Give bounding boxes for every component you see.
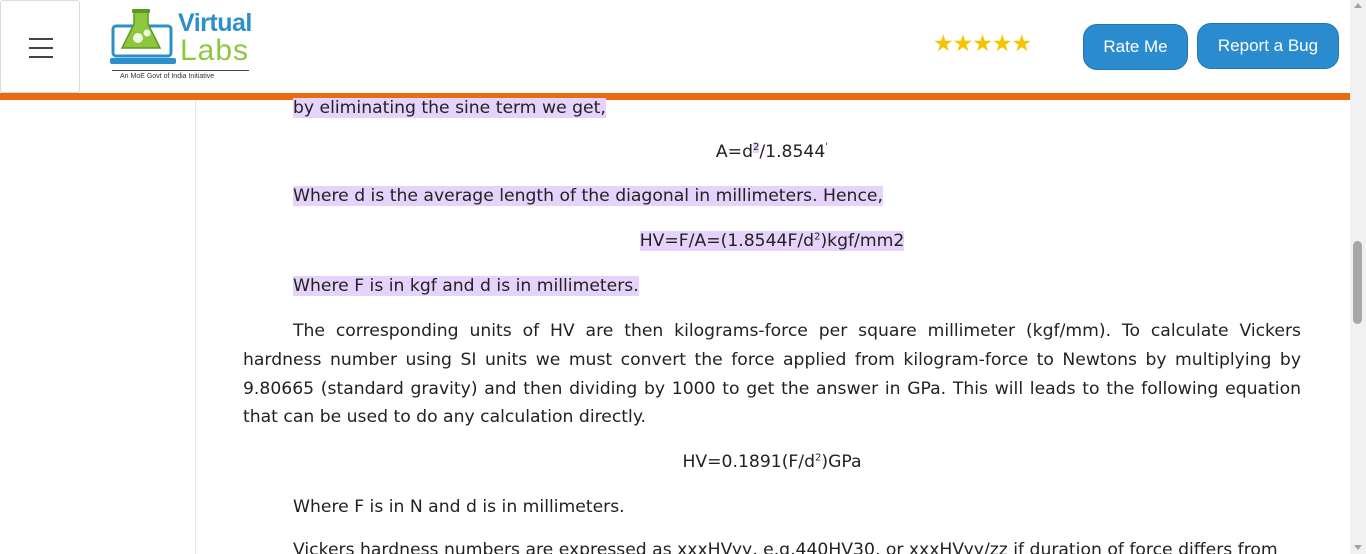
equation-gpa: HV=0.1891(F/d2)GPa <box>243 451 1301 473</box>
paragraph-units: The corresponding units of HV are then k… <box>243 321 1301 428</box>
scroll-down-icon[interactable] <box>1354 545 1362 550</box>
virtual-labs-logo[interactable]: Virtual Labs An MoE Govt of India Initia… <box>110 6 260 86</box>
equation-part: )GPa <box>821 452 862 472</box>
logo-subtitle: Labs <box>180 34 250 67</box>
header-accent-bar <box>0 93 1350 100</box>
text-line: by eliminating the sine term we get, <box>293 97 606 119</box>
logo-tagline: An MoE Govt of India Initiative <box>120 73 215 80</box>
scroll-up-icon[interactable] <box>1354 3 1362 8</box>
rate-me-button[interactable]: Rate Me <box>1083 24 1188 70</box>
text-line: Where F is in N and d is in millimeters. <box>293 497 625 517</box>
highlighted-equation: HV=F/A=(1.8544F/d2)kgf/mm2 <box>639 231 905 251</box>
hamburger-bar <box>29 56 53 58</box>
report-bug-button[interactable]: Report a Bug <box>1197 23 1339 69</box>
equation-part: HV=F/A=(1.8544F/d <box>639 231 815 251</box>
equation-part: /1.8544 <box>759 142 826 162</box>
logo-underline <box>112 70 249 71</box>
equation-hardness: HV=F/A=(1.8544F/d2)kgf/mm2 <box>243 230 1301 252</box>
logo-title: Virtual <box>178 9 252 37</box>
rating-stars[interactable]: ★★★★★ <box>933 32 1032 56</box>
hamburger-menu-icon <box>29 38 53 40</box>
scrollbar-thumb[interactable] <box>1353 241 1362 324</box>
equation-part: A=d <box>715 142 753 162</box>
text-line: Vickers hardness numbers are expressed a… <box>293 540 1278 554</box>
highlighted-text: Where F is in kgf and d is in millimeter… <box>293 276 639 296</box>
hamburger-bar <box>29 47 53 49</box>
equation-part: )kgf/mm2 <box>820 231 905 251</box>
equation-area: A=d2/1.8544ʹ <box>243 141 1301 163</box>
site-header: Virtual Labs An MoE Govt of India Initia… <box>0 0 1350 94</box>
equation-part: HV=0.1891(F/d <box>682 452 815 472</box>
sidebar-divider <box>195 100 196 554</box>
equation-prime: ʹ <box>825 142 829 154</box>
text-line: Where d is the average length of the dia… <box>293 185 883 207</box>
highlighted-text: Where d is the average length of the dia… <box>293 186 883 206</box>
text-line: Where F is in kgf and d is in millimeter… <box>293 275 639 297</box>
logo-flask-icon <box>110 9 176 64</box>
highlighted-text: by eliminating the sine term we get, <box>293 98 606 118</box>
hamburger-menu-button[interactable] <box>0 0 80 93</box>
